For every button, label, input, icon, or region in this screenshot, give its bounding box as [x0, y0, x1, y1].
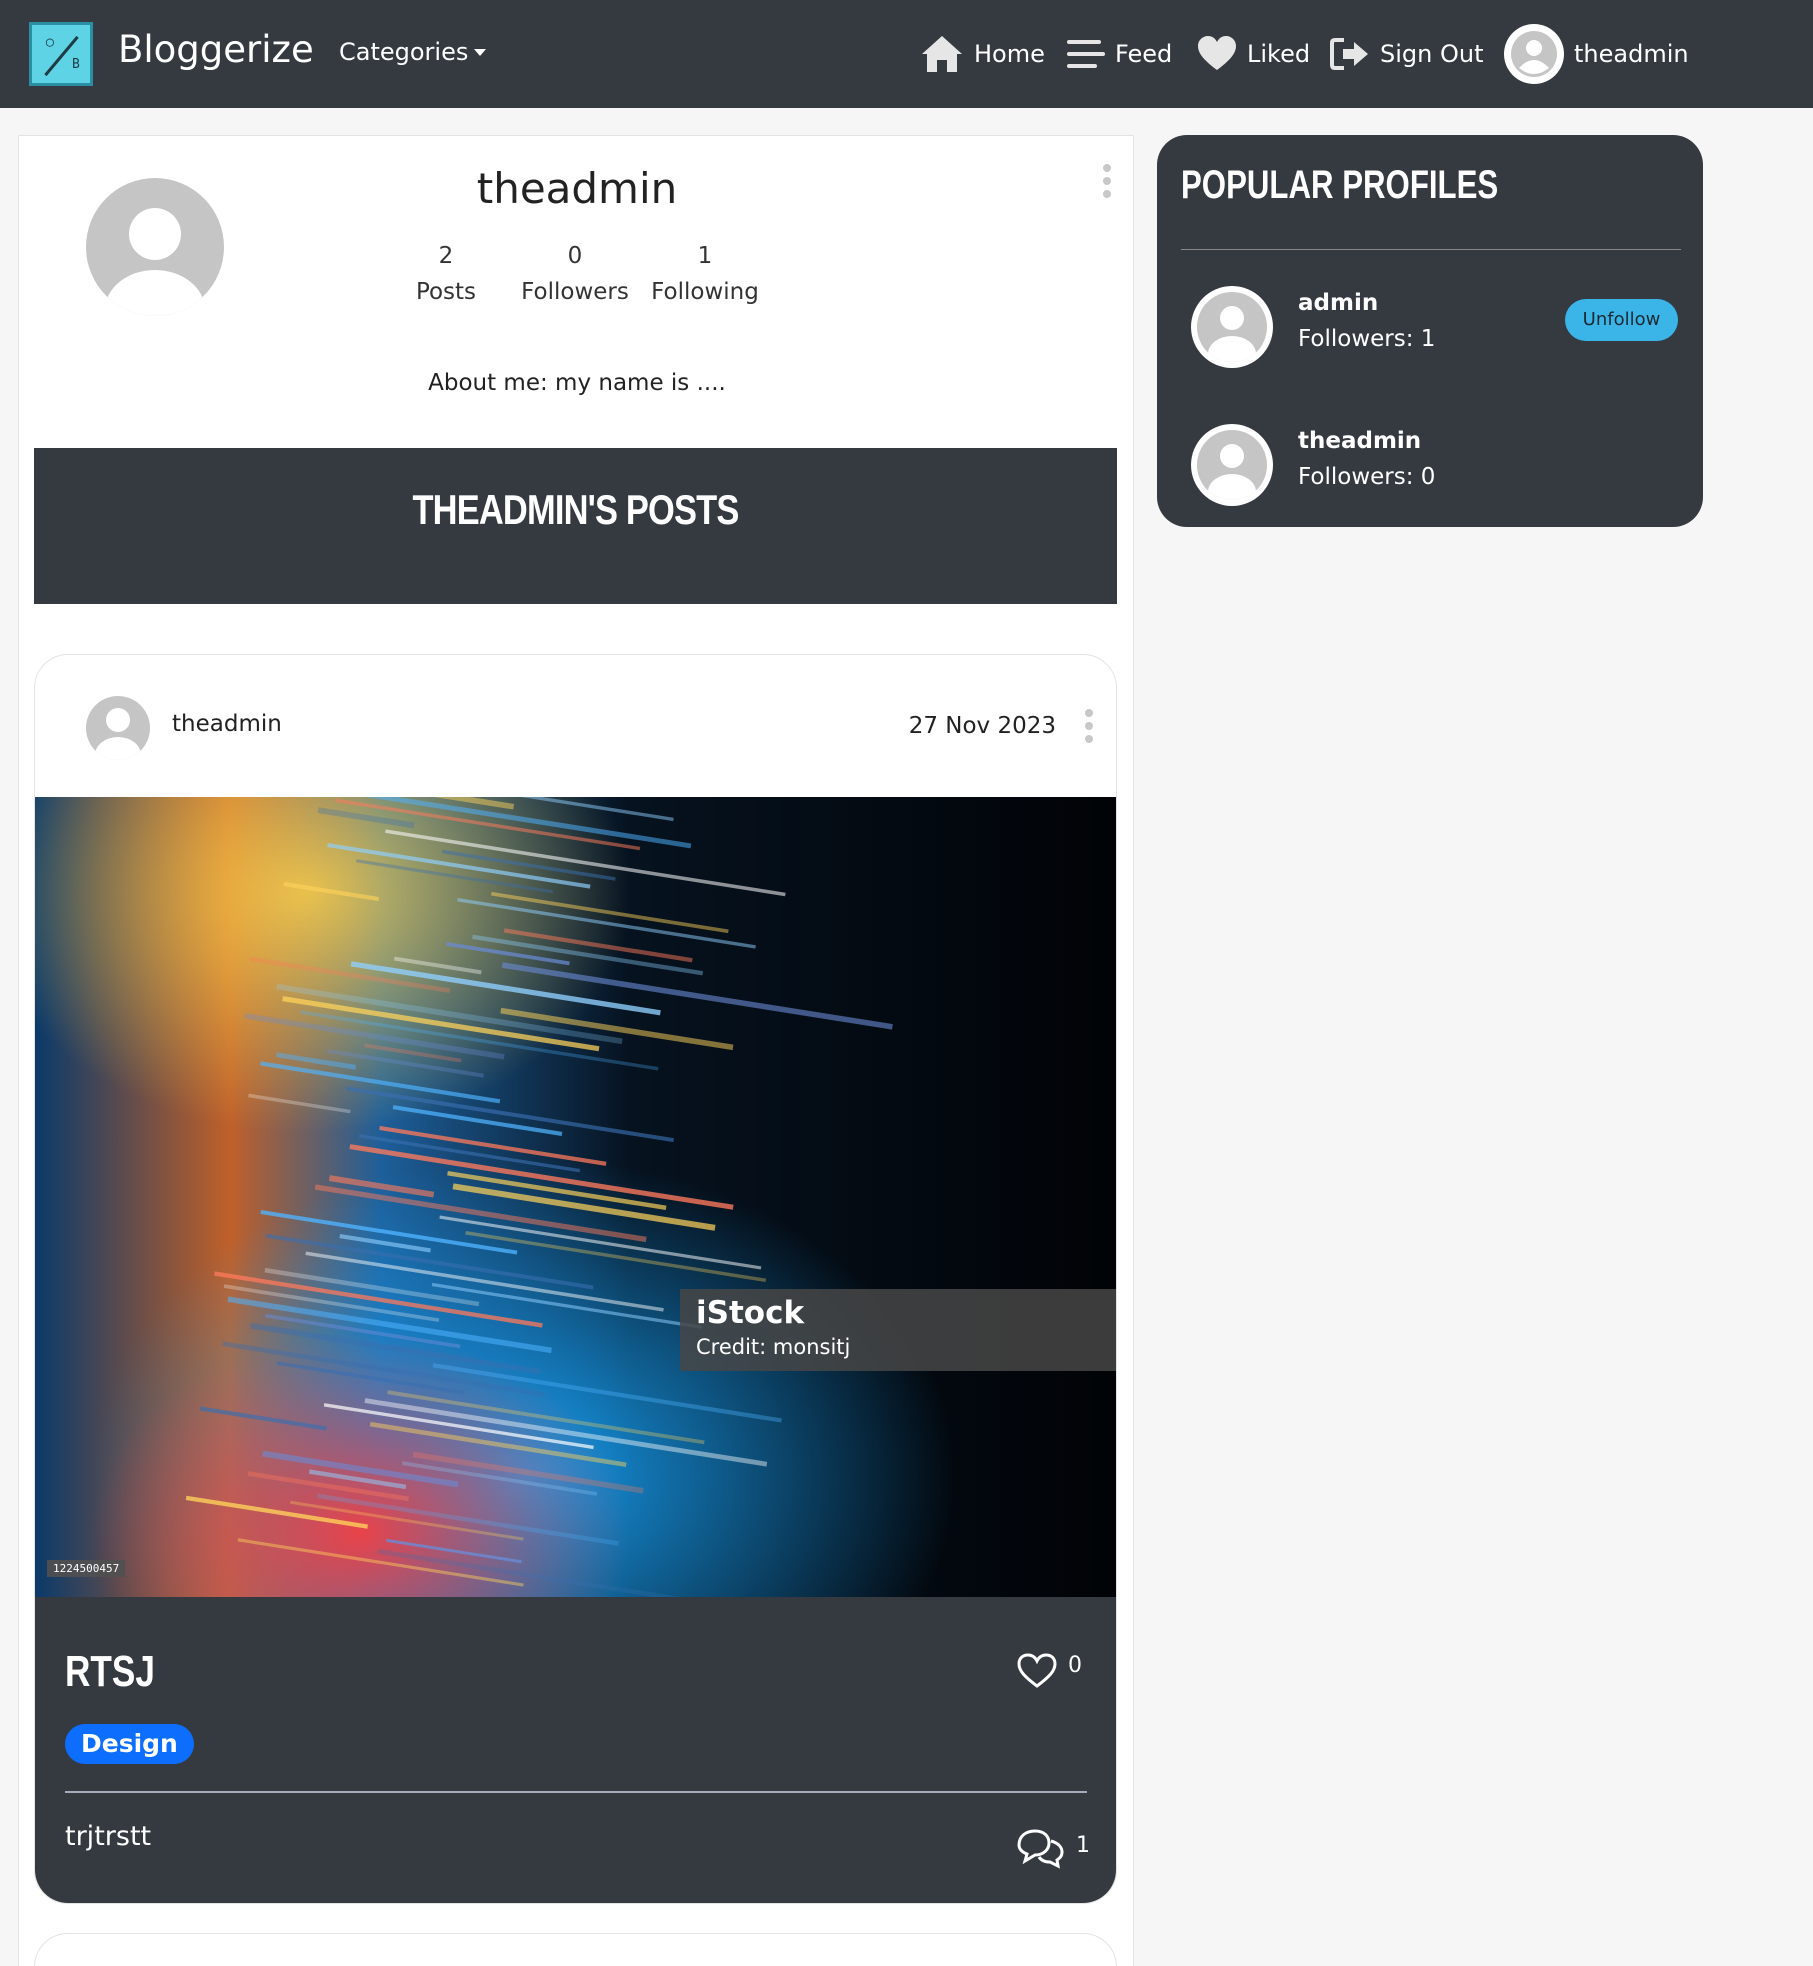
comment-count: 1	[1076, 1833, 1090, 1858]
stat-following-label: Following	[651, 279, 759, 305]
navbar: ◯ B Bloggerize Categories Home Feed Like…	[0, 0, 1813, 108]
watermark-brand: iStock	[696, 1295, 805, 1331]
nav-signout[interactable]: Sign Out	[1330, 32, 1484, 76]
like-count: 0	[1068, 1653, 1082, 1678]
caret-down-icon	[474, 49, 487, 56]
nav-liked-label: Liked	[1247, 40, 1311, 68]
avatar[interactable]	[1191, 286, 1273, 368]
post-author-avatar[interactable]	[86, 696, 150, 760]
categories-label: Categories	[339, 38, 469, 66]
unfollow-button[interactable]: Unfollow	[1565, 299, 1678, 341]
image-watermark: iStock Credit: monsitj	[680, 1289, 1116, 1371]
nav-feed-label: Feed	[1115, 40, 1173, 68]
heart-icon	[1198, 36, 1236, 70]
post-body: RTSJ 0 Design trjtrstt 1	[35, 1597, 1116, 1903]
about-me: About me: my name is ....	[428, 370, 726, 396]
logo-icon[interactable]: ◯ B	[29, 22, 93, 86]
avatar[interactable]	[1191, 424, 1273, 506]
profile-options-icon[interactable]	[1103, 164, 1111, 198]
post-title[interactable]: RTSJ	[65, 1647, 155, 1697]
nav-home[interactable]: Home	[920, 32, 1045, 76]
categories-dropdown[interactable]: Categories	[339, 38, 487, 66]
comments-icon[interactable]	[1015, 1827, 1065, 1869]
sign-out-icon	[1330, 38, 1368, 70]
popular-profile-followers: Followers: 1	[1298, 326, 1436, 352]
stat-posts-label: Posts	[415, 279, 477, 305]
avatar	[1504, 24, 1564, 84]
nav-username: theadmin	[1574, 40, 1689, 68]
stat-following-count: 1	[697, 243, 713, 269]
stat-posts-count: 2	[438, 243, 454, 269]
nav-home-label: Home	[974, 40, 1045, 68]
post-text: trjtrstt	[65, 1821, 152, 1852]
watermark-credit: Credit: monsitj	[696, 1335, 851, 1359]
divider	[1181, 249, 1681, 250]
post-card: theadmin 27 Nov 2023 iStock Credit: mons…	[34, 654, 1117, 1904]
brand-name[interactable]: Bloggerize	[118, 28, 314, 71]
stat-followers-label: Followers	[521, 279, 629, 305]
stat-posts: 2 Posts	[376, 238, 516, 310]
stat-following[interactable]: 1 Following	[635, 238, 775, 310]
popular-profiles: POPULAR PROFILES admin Followers: 1 Unfo…	[1157, 135, 1703, 527]
post-date: 27 Nov 2023	[908, 713, 1056, 739]
stat-followers[interactable]: 0 Followers	[505, 238, 645, 310]
user-icon	[1511, 31, 1557, 77]
image-id: 1224500457	[47, 1560, 126, 1577]
nav-feed[interactable]: Feed	[1067, 32, 1172, 76]
post-author[interactable]: theadmin	[172, 711, 282, 737]
home-icon	[922, 36, 962, 72]
popular-profiles-title: POPULAR PROFILES	[1181, 163, 1499, 207]
nav-signout-label: Sign Out	[1380, 40, 1484, 68]
stat-followers-count: 0	[567, 243, 583, 269]
posts-banner: THEADMIN'S POSTS	[34, 448, 1117, 604]
post-card-next	[34, 1933, 1117, 1966]
posts-banner-title: THEADMIN'S POSTS	[412, 486, 739, 533]
profile-username: theadmin	[476, 164, 678, 213]
feed-icon	[1067, 40, 1105, 68]
popular-profile-followers: Followers: 0	[1298, 464, 1436, 490]
code-image-art	[35, 797, 1116, 1597]
profile-card: theadmin 2 Posts 0 Followers 1 Following…	[18, 135, 1134, 1966]
post-options-icon[interactable]	[1085, 709, 1093, 743]
divider	[65, 1791, 1087, 1793]
like-heart-icon[interactable]	[1017, 1653, 1057, 1689]
post-image[interactable]: iStock Credit: monsitj 1224500457	[35, 797, 1116, 1597]
nav-liked[interactable]: Liked	[1197, 32, 1310, 76]
category-tag[interactable]: Design	[65, 1724, 194, 1764]
popular-profile-name[interactable]: theadmin	[1298, 428, 1421, 454]
nav-user[interactable]: theadmin	[1504, 24, 1689, 84]
popular-profile-name[interactable]: admin	[1298, 290, 1378, 316]
